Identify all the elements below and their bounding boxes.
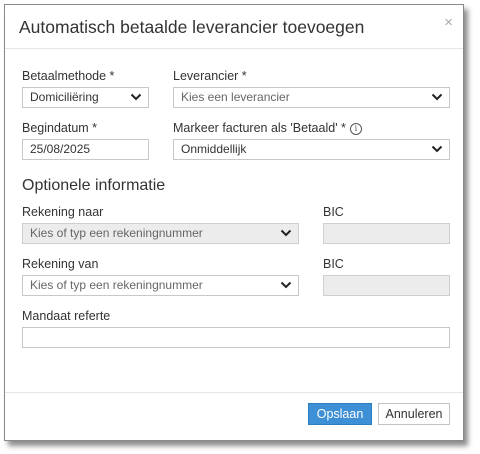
add-auto-paid-supplier-dialog: Automatisch betaalde leverancier toevoeg…	[4, 4, 464, 441]
payment-method-select[interactable]: Domiciliëring	[22, 87, 149, 108]
mark-paid-value: Onmiddellijk	[181, 142, 247, 156]
chevron-down-icon	[431, 93, 443, 101]
mark-paid-select[interactable]: Onmiddellijk	[173, 139, 450, 160]
mark-paid-label: Markeer facturen als 'Betaald' * i	[173, 121, 362, 135]
account-from-label: Rekening van	[22, 257, 99, 271]
cancel-button[interactable]: Annuleren	[378, 403, 450, 425]
supplier-placeholder: Kies een leverancier	[181, 90, 290, 104]
start-date-input[interactable]: 25/08/2025	[22, 139, 149, 160]
chevron-down-icon	[431, 145, 443, 153]
optional-info-heading: Optionele informatie	[22, 177, 166, 194]
chevron-down-icon	[280, 229, 292, 237]
payment-method-label: Betaalmethode *	[22, 69, 115, 83]
mandate-ref-input[interactable]	[22, 327, 450, 348]
account-to-select[interactable]: Kies of typ een rekeningnummer	[22, 223, 299, 244]
supplier-label: Leverancier *	[173, 69, 247, 83]
account-from-select[interactable]: Kies of typ een rekeningnummer	[22, 275, 299, 296]
footer-divider	[5, 392, 463, 393]
account-to-placeholder: Kies of typ een rekeningnummer	[30, 226, 203, 240]
chevron-down-icon	[280, 281, 292, 289]
close-icon[interactable]: ×	[444, 15, 453, 31]
chevron-down-icon	[130, 93, 142, 101]
mark-paid-label-text: Markeer facturen als 'Betaald' *	[173, 121, 346, 135]
payment-method-value: Domiciliëring	[30, 90, 99, 104]
dialog-title: Automatisch betaalde leverancier toevoeg…	[19, 17, 365, 37]
dialog-header: Automatisch betaalde leverancier toevoeg…	[5, 5, 463, 49]
mandate-ref-label: Mandaat referte	[22, 309, 111, 323]
save-button[interactable]: Opslaan	[308, 403, 372, 425]
bic-from-label: BIC	[323, 257, 344, 271]
account-from-placeholder: Kies of typ een rekeningnummer	[30, 278, 203, 292]
supplier-select[interactable]: Kies een leverancier	[173, 87, 450, 108]
info-icon[interactable]: i	[349, 122, 362, 135]
bic-to-label: BIC	[323, 205, 344, 219]
account-to-label: Rekening naar	[22, 205, 104, 219]
start-date-value: 25/08/2025	[30, 142, 91, 156]
start-date-label: Begindatum *	[22, 121, 98, 135]
bic-to-input[interactable]	[323, 223, 450, 244]
bic-from-input[interactable]	[323, 275, 450, 296]
